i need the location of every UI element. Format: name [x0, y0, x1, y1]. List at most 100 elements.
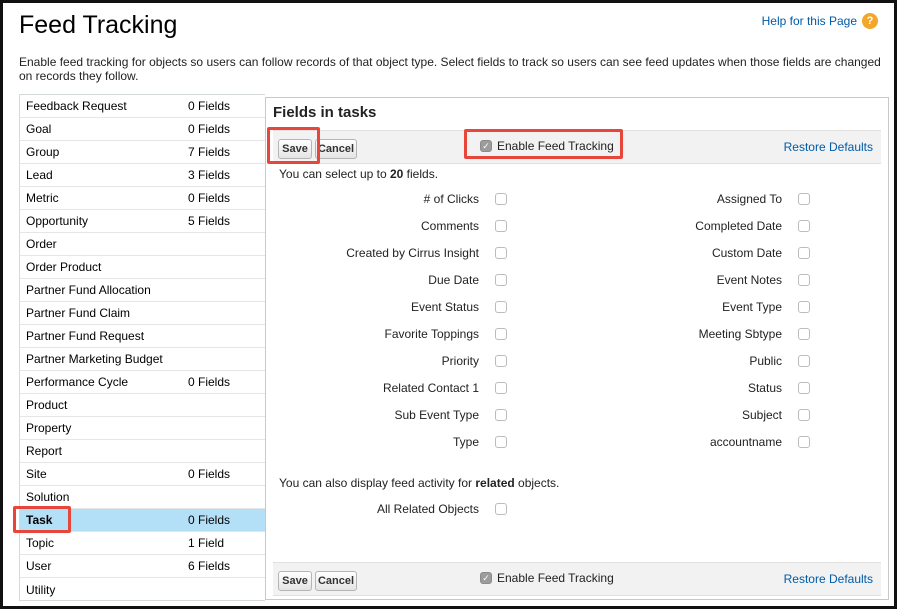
- field-checkbox[interactable]: [495, 301, 507, 313]
- object-row[interactable]: Order: [20, 233, 265, 256]
- cancel-button-bottom[interactable]: Cancel: [315, 571, 357, 591]
- object-row[interactable]: User 6 Fields: [20, 555, 265, 578]
- field-checkbox[interactable]: [798, 355, 810, 367]
- object-row[interactable]: Feedback Request 0 Fields: [20, 95, 265, 118]
- field-label: Meeting Sbtype: [698, 327, 782, 341]
- field-checkbox[interactable]: [495, 355, 507, 367]
- field-checkbox[interactable]: [495, 274, 507, 286]
- object-name: Opportunity: [26, 214, 89, 228]
- object-row[interactable]: Group 7 Fields: [20, 141, 265, 164]
- enable-feed-tracking-bottom[interactable]: ✓ Enable Feed Tracking: [480, 571, 614, 585]
- field-checkbox[interactable]: [495, 328, 507, 340]
- object-name: Goal: [26, 122, 52, 136]
- object-name: Report: [26, 444, 63, 458]
- object-name: Order Product: [26, 260, 102, 274]
- field-checkbox[interactable]: [495, 409, 507, 421]
- field-checkbox[interactable]: [798, 220, 810, 232]
- object-row[interactable]: Partner Fund Request: [20, 325, 265, 348]
- object-row[interactable]: Goal 0 Fields: [20, 118, 265, 141]
- field-label: Related Contact 1: [382, 381, 479, 395]
- field-checkbox[interactable]: [495, 247, 507, 259]
- field-label: Completed Date: [695, 219, 782, 233]
- object-field-count: 0 Fields: [188, 191, 231, 205]
- object-row[interactable]: Performance Cycle 0 Fields: [20, 371, 265, 394]
- object-name: Utility: [26, 582, 56, 597]
- field-checkbox[interactable]: [798, 436, 810, 448]
- object-name: Feedback Request: [26, 99, 127, 113]
- bottom-button-bar: Save Cancel ✓ Enable Feed Tracking Resto…: [273, 562, 881, 596]
- enable-feed-tracking[interactable]: ✓ Enable Feed Tracking: [480, 139, 614, 153]
- fields-panel: Fields in tasks Save Cancel ✓ Enable Fee…: [265, 97, 889, 600]
- object-name: Partner Fund Claim: [26, 306, 131, 320]
- field-checkbox[interactable]: [495, 193, 507, 205]
- save-button[interactable]: Save: [278, 139, 312, 159]
- object-name: Partner Fund Request: [26, 329, 145, 343]
- field-label: Favorite Toppings: [384, 327, 480, 341]
- field-checkbox[interactable]: [495, 436, 507, 448]
- page-title: Feed Tracking: [19, 11, 178, 39]
- field-label: Status: [747, 381, 782, 395]
- object-row[interactable]: Partner Fund Claim: [20, 302, 265, 325]
- object-row[interactable]: Utility: [20, 578, 265, 601]
- related-objects-text: You can also display feed activity for r…: [279, 476, 559, 490]
- restore-defaults-link[interactable]: Restore Defaults: [784, 140, 873, 154]
- object-row[interactable]: Opportunity 5 Fields: [20, 210, 265, 233]
- save-button-bottom[interactable]: Save: [278, 571, 312, 591]
- object-field-count: 5 Fields: [188, 214, 231, 228]
- field-label: Comments: [420, 219, 479, 233]
- object-row[interactable]: Task 0 Fields: [20, 509, 265, 532]
- object-row[interactable]: Report: [20, 440, 265, 463]
- enable-feed-tracking-checkbox-bottom[interactable]: ✓: [480, 572, 492, 584]
- cancel-button[interactable]: Cancel: [315, 139, 357, 159]
- field-label: Due Date: [428, 273, 479, 287]
- object-name: Metric: [26, 191, 59, 205]
- field-checkbox[interactable]: [798, 247, 810, 259]
- all-related-objects-checkbox[interactable]: [495, 503, 507, 515]
- field-checkbox[interactable]: [495, 220, 507, 232]
- field-checkbox[interactable]: [798, 301, 810, 313]
- field-checkbox[interactable]: [495, 382, 507, 394]
- help-link[interactable]: Help for this Page: [762, 14, 857, 28]
- field-label: accountname: [709, 435, 782, 449]
- related-bold: related: [475, 476, 515, 490]
- object-field-count: 6 Fields: [188, 559, 231, 573]
- field-label: Assigned To: [716, 192, 782, 206]
- field-label: Created by Cirrus Insight: [346, 246, 479, 260]
- object-name: Partner Fund Allocation: [26, 283, 151, 297]
- intro-text: Enable feed tracking for objects so user…: [19, 55, 881, 83]
- enable-feed-tracking-label-bottom: Enable Feed Tracking: [497, 571, 614, 585]
- object-row[interactable]: Property: [20, 417, 265, 440]
- object-row[interactable]: Lead 3 Fields: [20, 164, 265, 187]
- field-checkbox[interactable]: [798, 274, 810, 286]
- object-name: Group: [26, 145, 60, 159]
- help-icon[interactable]: ?: [862, 13, 878, 29]
- object-field-count: 0 Fields: [188, 513, 231, 527]
- field-checkbox[interactable]: [798, 328, 810, 340]
- related-suffix: objects.: [514, 476, 560, 490]
- object-row[interactable]: Product: [20, 394, 265, 417]
- object-row[interactable]: Order Product: [20, 256, 265, 279]
- enable-feed-tracking-checkbox[interactable]: ✓: [480, 140, 492, 152]
- field-limit-text: You can select up to 20 fields.: [279, 167, 438, 181]
- object-field-count: 0 Fields: [188, 375, 231, 389]
- object-row[interactable]: Site 0 Fields: [20, 463, 265, 486]
- limit-suffix: fields.: [403, 167, 439, 181]
- field-checkbox[interactable]: [798, 193, 810, 205]
- object-name: Property: [26, 421, 72, 435]
- object-name: Lead: [26, 168, 53, 182]
- object-name: Order: [26, 237, 57, 251]
- field-checkbox[interactable]: [798, 409, 810, 421]
- field-label: Subject: [741, 408, 782, 422]
- object-row[interactable]: Metric 0 Fields: [20, 187, 265, 210]
- object-list: Feedback Request 0 Fields Goal 0 Fields Grou…: [19, 94, 265, 601]
- field-label: Public: [749, 354, 782, 368]
- object-row[interactable]: Partner Marketing Budget: [20, 348, 265, 371]
- help-area: Help for this Page ?: [762, 13, 878, 29]
- related-prefix: You can also display feed activity for: [279, 476, 476, 490]
- object-row[interactable]: Topic 1 Field: [20, 532, 265, 555]
- object-name: Partner Marketing Budget: [26, 352, 163, 366]
- object-row[interactable]: Solution: [20, 486, 265, 509]
- field-checkbox[interactable]: [798, 382, 810, 394]
- restore-defaults-link-bottom[interactable]: Restore Defaults: [784, 572, 873, 586]
- object-row[interactable]: Partner Fund Allocation: [20, 279, 265, 302]
